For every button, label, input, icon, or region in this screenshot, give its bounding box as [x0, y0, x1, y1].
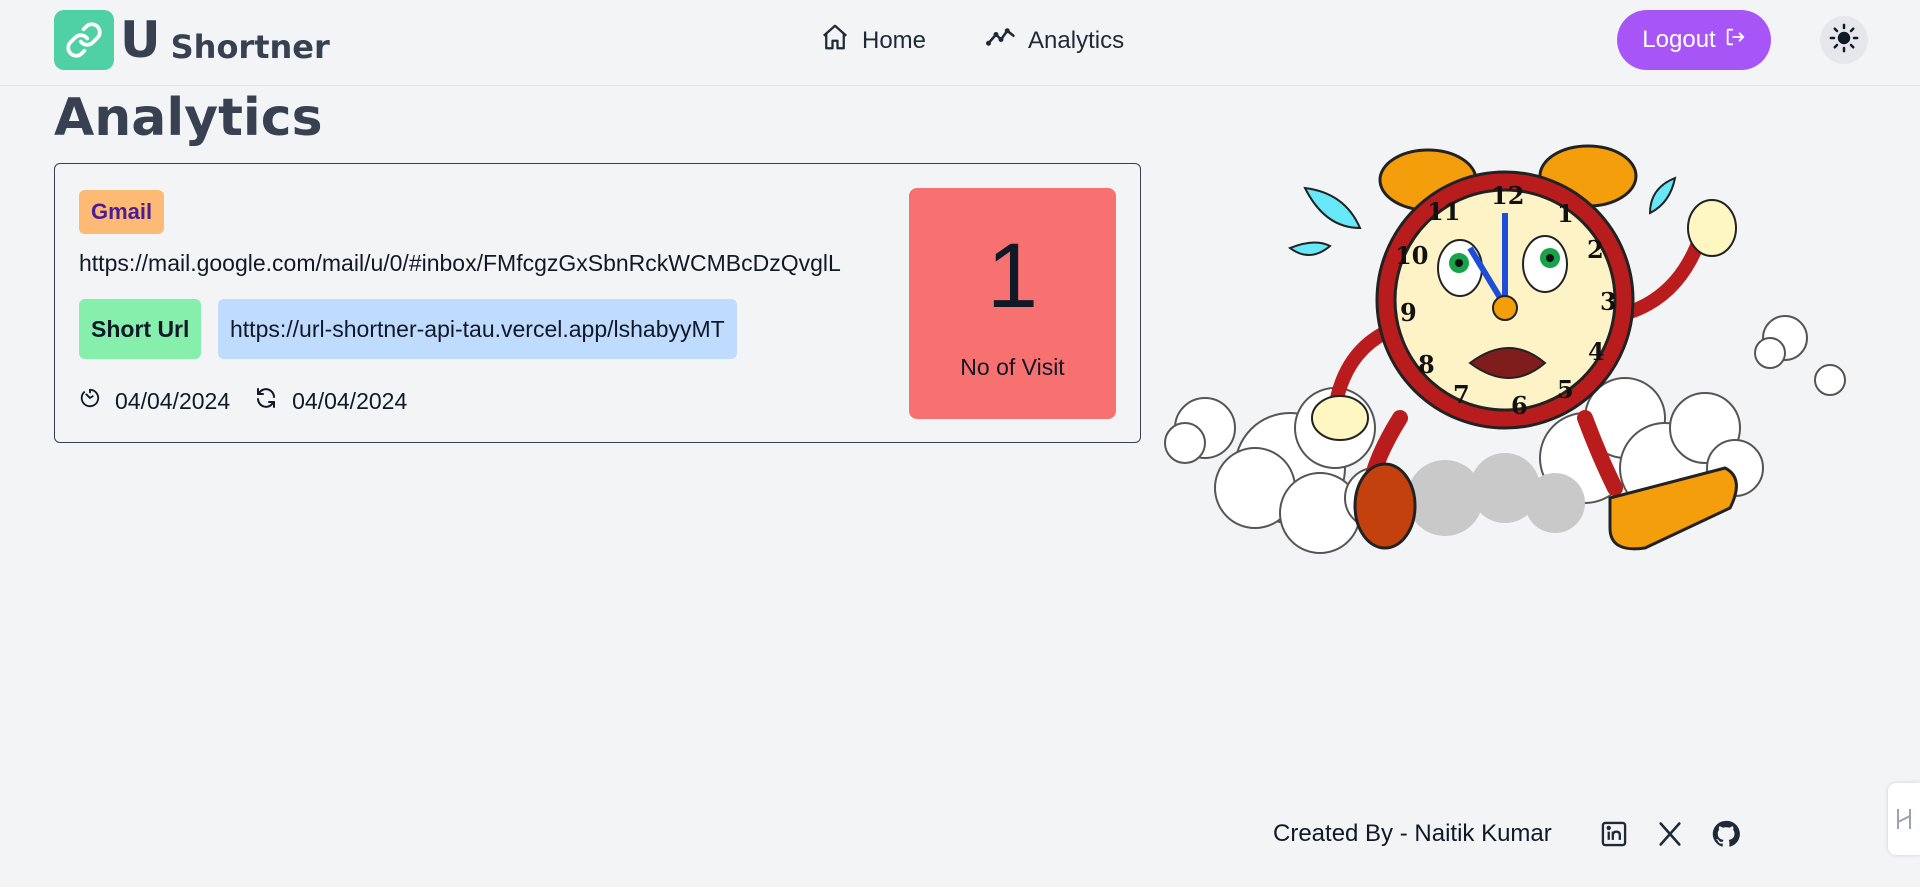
- logout-label: Logout: [1642, 26, 1716, 53]
- short-url-label: Short Url: [79, 299, 202, 359]
- svg-text:6: 6: [1511, 391, 1528, 420]
- x-icon[interactable]: [1654, 818, 1686, 850]
- footer: Created By - Naitik Kumar: [1273, 818, 1742, 850]
- original-url[interactable]: https://mail.google.com/mail/u/0/#inbox/…: [79, 250, 841, 277]
- visit-count: 1: [986, 225, 1039, 327]
- running-clock-illustration: 12 1 2 3 45 6 78 9 10 11: [1145, 128, 1865, 588]
- home-icon: [820, 22, 850, 59]
- svg-text:5: 5: [1557, 375, 1574, 404]
- brand-letter: U: [120, 11, 161, 69]
- created-date: 04/04/2024: [79, 387, 230, 415]
- updated-date-value: 04/04/2024: [292, 387, 408, 414]
- sun-icon: [1829, 23, 1859, 58]
- short-url-link[interactable]: https://url-shortner-api-tau.vercel.app/…: [218, 299, 737, 359]
- nav-analytics-label: Analytics: [1028, 26, 1125, 54]
- theme-toggle-button[interactable]: [1820, 16, 1868, 64]
- svg-text:8: 8: [1418, 350, 1435, 379]
- created-date-value: 04/04/2024: [115, 387, 231, 414]
- link-icon: [54, 10, 114, 70]
- visit-count-box: 1 No of Visit: [909, 188, 1116, 419]
- side-drawer-handle[interactable]: [1888, 783, 1920, 855]
- github-icon[interactable]: [1710, 818, 1742, 850]
- brand-name: Shortner: [170, 28, 330, 66]
- visit-label: No of Visit: [960, 354, 1065, 380]
- refresh-icon: [254, 386, 278, 416]
- clock-icon: [79, 387, 101, 415]
- svg-text:3: 3: [1600, 287, 1617, 316]
- social-links: [1598, 818, 1742, 850]
- updated-date: 04/04/2024: [254, 386, 407, 416]
- footer-credit: Created By - Naitik Kumar: [1273, 820, 1552, 847]
- date-row: 04/04/2024 04/04/2024: [79, 386, 417, 416]
- analytics-card: Gmail https://mail.google.com/mail/u/0/#…: [54, 163, 1141, 443]
- svg-text:12: 12: [1491, 181, 1524, 210]
- link-tag-badge: Gmail: [79, 190, 165, 234]
- svg-text:1: 1: [1557, 199, 1574, 228]
- nav-home[interactable]: Home: [820, 22, 926, 59]
- svg-text:10: 10: [1395, 241, 1428, 270]
- logout-icon: [1724, 26, 1746, 55]
- svg-text:11: 11: [1427, 197, 1460, 226]
- brand[interactable]: U Shortner: [54, 10, 330, 70]
- svg-text:7: 7: [1453, 380, 1470, 409]
- linkedin-icon[interactable]: [1598, 818, 1630, 850]
- main-nav: Home Analytics: [820, 22, 1124, 59]
- top-navbar: U Shortner Home Analytics Logout: [0, 0, 1920, 86]
- logout-button[interactable]: Logout: [1617, 10, 1771, 70]
- svg-text:9: 9: [1400, 298, 1417, 327]
- nav-home-label: Home: [862, 26, 927, 54]
- svg-text:4: 4: [1588, 337, 1605, 366]
- svg-text:2: 2: [1587, 235, 1604, 264]
- nav-analytics[interactable]: Analytics: [986, 22, 1124, 59]
- page-title: Analytics: [54, 88, 323, 148]
- trend-icon: [986, 22, 1016, 59]
